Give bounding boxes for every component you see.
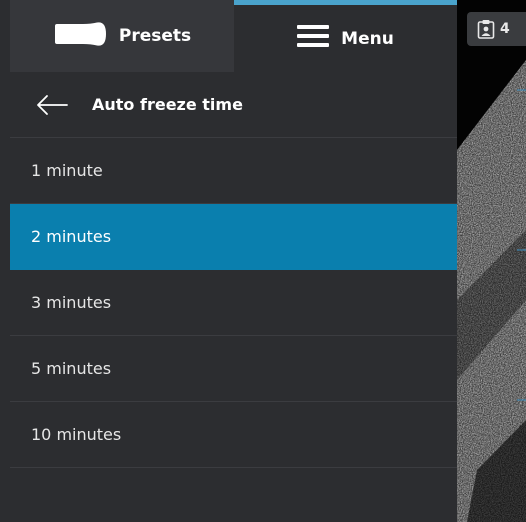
option-3-minutes[interactable]: 3 minutes [10, 270, 457, 336]
list-item-label: 3 minutes [31, 293, 112, 312]
option-1-minute[interactable]: 1 minute [10, 138, 457, 204]
panel-tabs: Presets Menu [0, 0, 457, 72]
app-screen: 4 Presets Menu Auto freeze time 1 minute… [0, 0, 526, 522]
page-title: Auto freeze time [92, 95, 243, 114]
tab-presets[interactable]: Presets [10, 0, 234, 72]
option-2-minutes[interactable]: 2 minutes [10, 204, 457, 270]
hamburger-menu-icon [297, 24, 330, 53]
freeze-time-options: 1 minute 2 minutes 3 minutes 5 minutes 1… [10, 138, 457, 468]
tab-menu[interactable]: Menu [234, 0, 457, 72]
list-item-label: 5 minutes [31, 359, 112, 378]
option-10-minutes[interactable]: 10 minutes [10, 402, 457, 468]
ultrasound-image-view[interactable] [457, 0, 526, 522]
submenu-header: Auto freeze time [10, 72, 457, 138]
back-button[interactable] [34, 87, 70, 123]
ultrasound-scan-image [457, 0, 526, 522]
patient-clipboard-icon [477, 20, 495, 39]
list-item-label: 2 minutes [31, 227, 112, 246]
option-5-minutes[interactable]: 5 minutes [10, 336, 457, 402]
patient-count: 4 [500, 21, 510, 37]
list-item-label: 10 minutes [31, 425, 122, 444]
list-item-label: 1 minute [31, 161, 103, 180]
tab-presets-label: Presets [118, 26, 192, 46]
patient-button[interactable]: 4 [467, 12, 526, 46]
back-arrow-icon [37, 94, 68, 115]
probe-icon [53, 21, 107, 52]
tab-menu-label: Menu [341, 28, 394, 49]
settings-panel: Presets Menu Auto freeze time 1 minute 2… [0, 0, 457, 522]
